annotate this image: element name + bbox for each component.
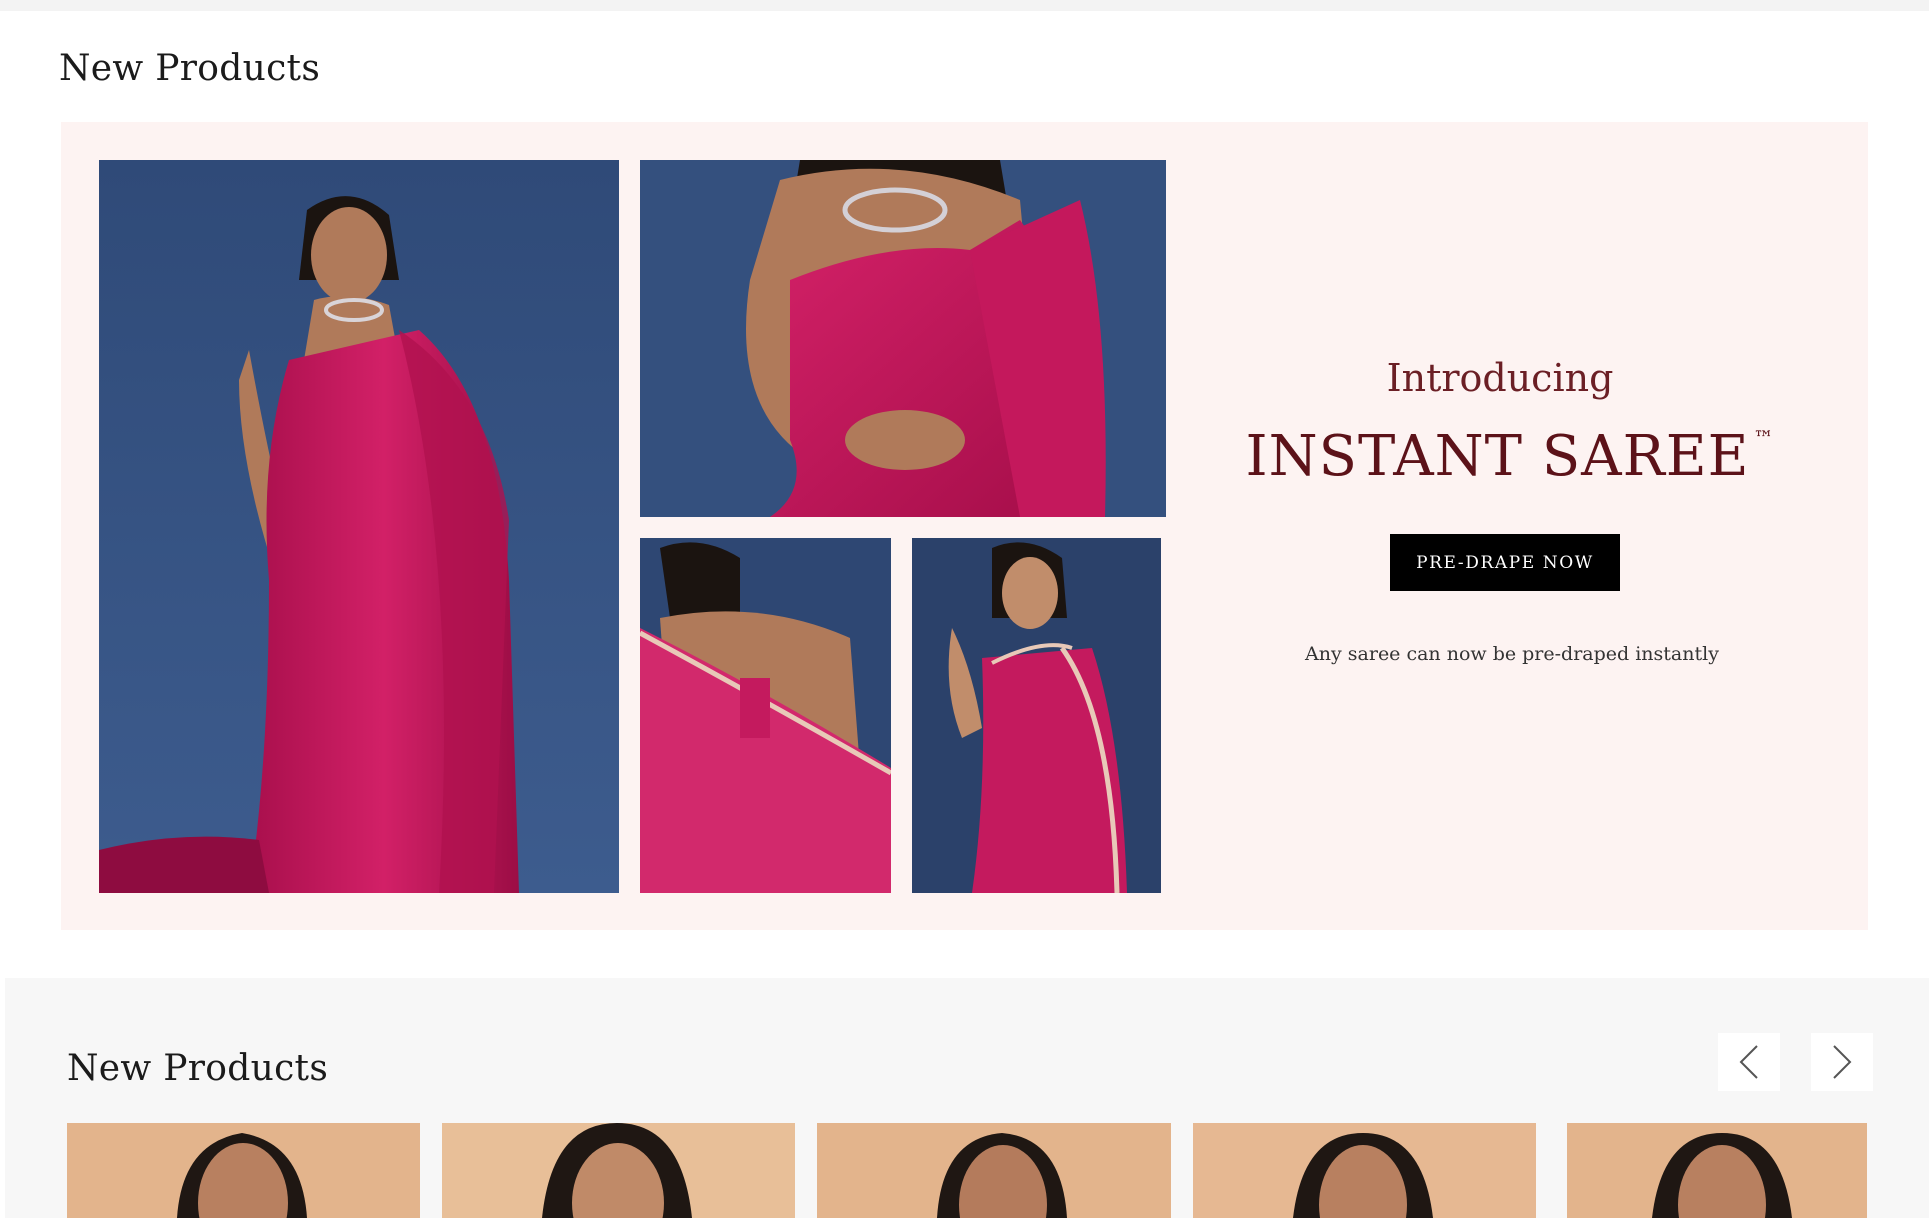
saree-back-view-photo[interactable] (640, 538, 891, 893)
product-card[interactable] (1567, 1123, 1867, 1218)
promo-caption: Any saree can now be pre-draped instantl… (1305, 643, 1719, 665)
page-top-strip (0, 0, 1929, 11)
product-card[interactable] (1193, 1123, 1536, 1218)
product-card[interactable] (817, 1123, 1171, 1218)
trademark-symbol: ™ (1753, 426, 1775, 450)
chevron-right-icon (1833, 1045, 1852, 1079)
promo-headline-text: INSTANT SAREE (1245, 424, 1750, 489)
saree-drape-closeup-photo[interactable] (640, 160, 1166, 517)
promo-intro-text: Introducing (1386, 356, 1614, 400)
saree-model-full-photo[interactable] (99, 160, 619, 893)
pre-drape-now-button[interactable]: PRE-DRAPE NOW (1390, 534, 1620, 591)
chevron-left-icon (1739, 1045, 1758, 1079)
carousel-prev-button[interactable] (1718, 1033, 1780, 1091)
promo-headline: INSTANT SAREE ™ (1240, 424, 1780, 489)
product-card[interactable] (442, 1123, 795, 1218)
saree-side-view-photo[interactable] (912, 538, 1161, 893)
carousel-title-new-products: New Products (67, 1048, 329, 1089)
section-title-new-products: New Products (59, 48, 321, 89)
carousel-next-button[interactable] (1811, 1033, 1873, 1091)
product-card[interactable] (67, 1123, 420, 1218)
